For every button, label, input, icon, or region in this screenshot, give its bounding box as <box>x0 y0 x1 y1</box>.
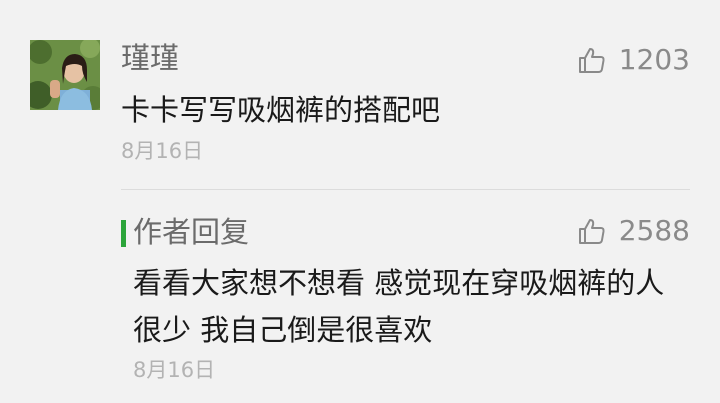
comment-text: 卡卡写写吸烟裤的搭配吧 <box>121 93 441 127</box>
reply-text: 看看大家想不想看 感觉现在穿吸烟裤的人很少 我自己倒是很喜欢 <box>133 266 665 347</box>
author-reply-label: 作者回复 <box>133 215 250 249</box>
divider <box>121 189 690 190</box>
user-avatar[interactable] <box>30 40 100 110</box>
comment-username[interactable]: 瑾瑾 <box>121 38 179 78</box>
comment-like-count: 1203 <box>618 43 690 76</box>
avatar-photo-icon <box>30 40 100 110</box>
comment-like-button[interactable]: 1203 <box>577 40 690 80</box>
thumbs-up-icon <box>578 48 605 73</box>
reply-like-button[interactable]: 2588 <box>577 211 690 251</box>
thumbs-up-icon <box>578 219 605 244</box>
reply-like-count: 2588 <box>618 214 690 247</box>
comment-date: 8月16日 <box>121 139 204 163</box>
author-reply-marker <box>121 220 126 247</box>
reply-date: 8月16日 <box>133 358 216 382</box>
